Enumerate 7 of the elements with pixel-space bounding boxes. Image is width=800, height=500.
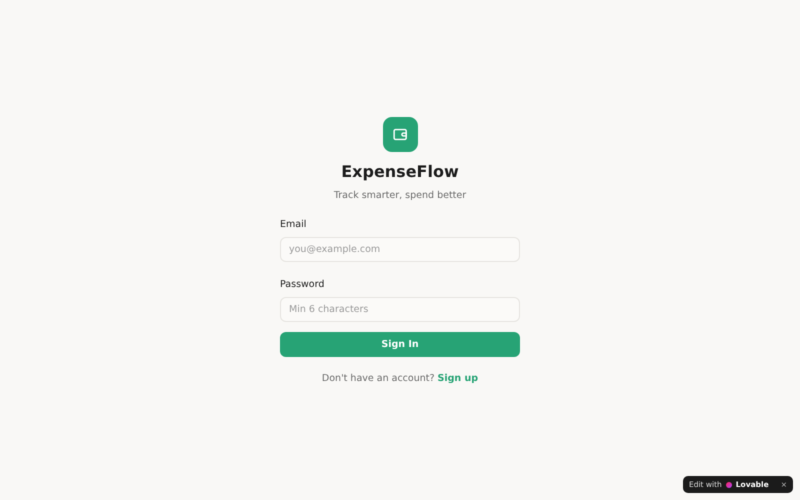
app-title: ExpenseFlow [341, 162, 459, 180]
signup-prompt: Don't have an account? [322, 372, 435, 384]
field-label: Email [280, 218, 306, 230]
password-field[interactable]: Min 6 characters [280, 296, 520, 322]
tagline: Track smarter, spend better [334, 190, 466, 200]
field-label: Password [280, 278, 324, 290]
email-field[interactable]: you@example.com [280, 236, 520, 262]
